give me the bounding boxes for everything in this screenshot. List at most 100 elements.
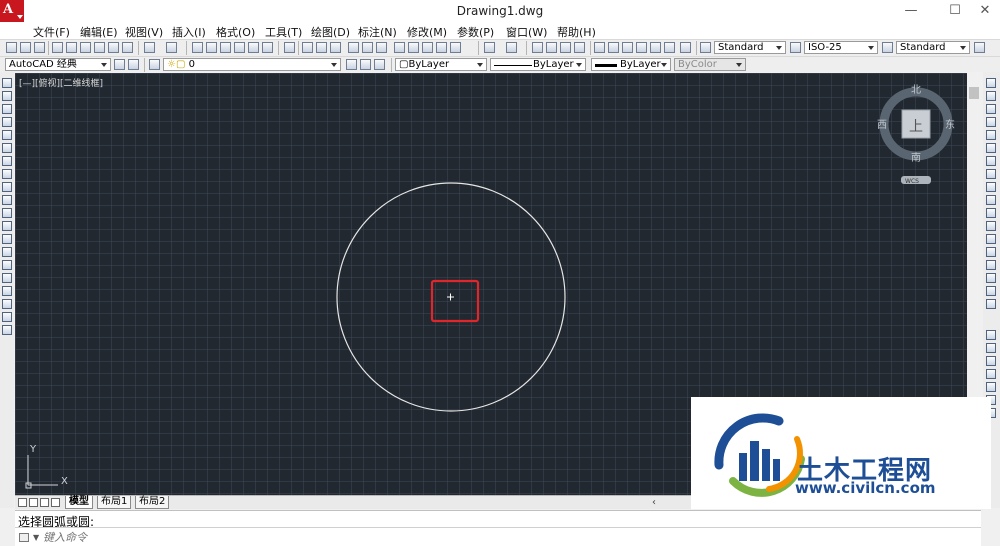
scroll-left-arrow-icon[interactable]: ‹ <box>652 497 656 508</box>
make-object-layer-current-icon[interactable] <box>346 59 357 70</box>
table-style-select[interactable]: Standard <box>896 41 970 54</box>
tool-palettes-icon[interactable] <box>622 42 633 53</box>
spline-icon[interactable] <box>2 182 12 192</box>
draworder-under-icon[interactable] <box>986 369 996 379</box>
tab-layout1[interactable]: 布局1 <box>97 496 132 509</box>
properties-icon[interactable] <box>594 42 605 53</box>
save-icon[interactable] <box>34 42 45 53</box>
design-center-icon[interactable] <box>608 42 619 53</box>
menu-window[interactable]: 窗口(W) <box>506 24 547 40</box>
viewcube-east-label[interactable]: 东 <box>945 118 955 131</box>
copy-icon[interactable] <box>408 42 419 53</box>
menu-dimension[interactable]: 标注(N) <box>358 24 397 40</box>
layer-properties-icon[interactable] <box>149 59 160 70</box>
zoom-window-icon[interactable] <box>560 42 571 53</box>
plot-icon[interactable] <box>348 42 359 53</box>
fillet-icon[interactable] <box>986 273 996 283</box>
erase-icon[interactable] <box>986 78 996 88</box>
design-center-icon[interactable] <box>206 42 217 53</box>
lineweight-select[interactable]: ByLayer <box>591 58 671 71</box>
tab-layout2[interactable]: 布局2 <box>135 496 170 509</box>
qnew-icon[interactable] <box>302 42 313 53</box>
menu-parametric[interactable]: 参数(P) <box>457 24 494 40</box>
offset-icon[interactable] <box>986 117 996 127</box>
last-tab-button[interactable] <box>51 498 60 507</box>
menu-view[interactable]: 视图(V) <box>125 24 163 40</box>
text-style-icon[interactable] <box>700 42 711 53</box>
close-button[interactable]: ✕ <box>970 0 1000 22</box>
layer-previous-icon[interactable] <box>360 59 371 70</box>
tab-model[interactable]: 模型 <box>65 496 93 509</box>
menu-help[interactable]: 帮助(H) <box>557 24 596 40</box>
extend-icon[interactable] <box>986 208 996 218</box>
draworder-above-icon[interactable] <box>986 356 996 366</box>
color-select[interactable]: ▢ByLayer <box>395 58 487 71</box>
rotate-icon[interactable] <box>986 156 996 166</box>
save-icon[interactable] <box>330 42 341 53</box>
linetype-select[interactable]: ByLayer <box>490 58 586 71</box>
markup-icon[interactable] <box>650 42 661 53</box>
plot-preview-icon[interactable] <box>66 42 77 53</box>
explode-icon[interactable] <box>986 299 996 309</box>
viewcube[interactable]: 上 北 南 东 西 WCS <box>877 84 955 185</box>
help-icon[interactable] <box>284 42 295 53</box>
calculator-icon[interactable] <box>664 42 675 53</box>
draworder-front-icon[interactable] <box>986 330 996 340</box>
join-icon[interactable] <box>986 247 996 257</box>
menu-tools[interactable]: 工具(T) <box>265 24 302 40</box>
multiline-text-icon[interactable] <box>2 312 12 322</box>
revision-cloud-icon[interactable] <box>2 169 12 179</box>
polygon-icon[interactable] <box>2 117 12 127</box>
calculator-icon[interactable] <box>262 42 273 53</box>
workspace-settings-icon[interactable] <box>114 59 125 70</box>
line-icon[interactable] <box>2 78 12 88</box>
table-icon[interactable] <box>2 299 12 309</box>
table-style-icon[interactable] <box>882 42 893 53</box>
redo-icon[interactable] <box>166 42 177 53</box>
construction-line-icon[interactable] <box>2 91 12 101</box>
insert-block-icon[interactable] <box>2 221 12 231</box>
break-at-point-icon[interactable] <box>986 221 996 231</box>
sheet-set-icon[interactable] <box>636 42 647 53</box>
markup-icon[interactable] <box>248 42 259 53</box>
trim-icon[interactable] <box>986 195 996 205</box>
multileader-style-icon[interactable] <box>974 42 985 53</box>
menu-format[interactable]: 格式(O) <box>216 24 255 40</box>
menu-edit[interactable]: 编辑(E) <box>80 24 118 40</box>
viewcube-south-label[interactable]: 南 <box>911 151 921 164</box>
maximize-button[interactable]: ☐ <box>940 0 970 22</box>
command-prompt-icon[interactable] <box>19 533 29 542</box>
make-block-icon[interactable] <box>2 234 12 244</box>
hatch-icon[interactable] <box>2 260 12 270</box>
workspace-select[interactable]: AutoCAD 经典 <box>5 58 111 71</box>
menu-modify[interactable]: 修改(M) <box>407 24 447 40</box>
menu-file[interactable]: 文件(F) <box>33 24 70 40</box>
stretch-icon[interactable] <box>986 182 996 192</box>
plot-preview-icon[interactable] <box>362 42 373 53</box>
rectangle-icon[interactable] <box>2 130 12 140</box>
move-icon[interactable] <box>986 143 996 153</box>
publish-icon[interactable] <box>80 42 91 53</box>
menu-draw[interactable]: 绘图(D) <box>311 24 350 40</box>
menu-insert[interactable]: 插入(I) <box>172 24 206 40</box>
layer-select[interactable]: ☼▢ 0 <box>163 58 341 71</box>
chamfer-icon[interactable] <box>986 260 996 270</box>
scale-icon[interactable] <box>986 169 996 179</box>
copy-object-icon[interactable] <box>986 91 996 101</box>
qnew-icon[interactable] <box>6 42 17 53</box>
arc-icon[interactable] <box>2 143 12 153</box>
match-properties-icon[interactable] <box>436 42 447 53</box>
open-icon[interactable] <box>20 42 31 53</box>
layer-states-icon[interactable] <box>374 59 385 70</box>
plot-icon[interactable] <box>52 42 63 53</box>
viewcube-north-label[interactable]: 北 <box>911 84 921 96</box>
undo-icon[interactable] <box>144 42 155 53</box>
paste-icon[interactable] <box>422 42 433 53</box>
copy-icon[interactable] <box>108 42 119 53</box>
help-icon[interactable] <box>680 42 691 53</box>
break-icon[interactable] <box>986 234 996 244</box>
open-icon[interactable] <box>316 42 327 53</box>
draworder-text-front-icon[interactable] <box>986 382 996 392</box>
mirror-icon[interactable] <box>986 104 996 114</box>
minimize-button[interactable]: — <box>896 0 926 22</box>
